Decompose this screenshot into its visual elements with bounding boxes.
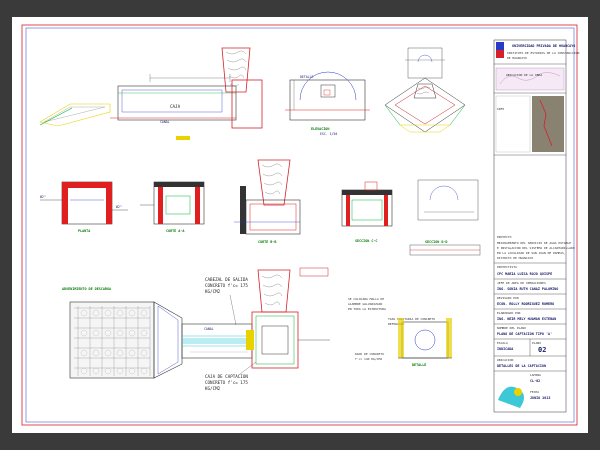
- tb-date-label: FECHA: [530, 390, 539, 394]
- tb-sheet-label: LAMINA: [530, 373, 541, 377]
- tb-designer: CPC MARIA LUISA ROJO QUISPE: [497, 272, 552, 276]
- tb-drawn: ING. NEIR MELY HUAMAN ESTEBAN: [497, 317, 556, 321]
- dado-note-1: DADO DE CONCRETO: [355, 352, 384, 356]
- general-note-1: SE COLOCARA MALLA DE: [348, 297, 384, 301]
- tb-ubic: DETALLES DE LA CAPTACION: [497, 364, 546, 368]
- section-a-title: PLANTA: [78, 229, 90, 233]
- cabezal-note-3: KG/CM2: [205, 289, 221, 294]
- cabezal-note-2: CONCRETO f'c= 175: [205, 283, 248, 288]
- tb-university: UNIVERSIDAD PRIVADA DE HUANCAYO: [512, 44, 575, 48]
- tb-chief: ING. SONIA RUTH CANAZ PALOMINO: [497, 287, 558, 291]
- tb-project-label: PROYECTO: [497, 235, 512, 239]
- tb-project-1: MEJORAMIENTO DEL SERVICIO DE AGUA POTABL…: [497, 241, 571, 245]
- tb-reviewer: ECON. ROLLY RODRIGUEZ ROMERO: [497, 302, 554, 306]
- elevation-scale: ESC. 1/50: [320, 132, 337, 136]
- section-d-title: SECCION C-C: [355, 239, 377, 243]
- tb-plano: 02: [538, 346, 546, 354]
- svg-text:INFO: INFO: [497, 107, 504, 111]
- general-note-2: ALAMBRE GALVANIZADO: [348, 302, 383, 306]
- section-b-title: CORTE A-A: [166, 229, 184, 233]
- elevation-title: ELEVACION: [311, 127, 329, 131]
- tb-institute: INSTITUTO DE ESTUDIOS DE LA CONSTRUCCION: [507, 51, 579, 55]
- general-note-3: EN TODA LA ESTRUCTURA: [348, 307, 386, 311]
- tb-drawing: PLANO DE CAPTACION TIPO 'A': [497, 332, 552, 336]
- tb-scale: INDICADA: [497, 347, 513, 351]
- drawing-sheet: CAJA CANAL ELEVACION ESC. 1/50 DETALLE Ø…: [12, 17, 588, 433]
- tb-date: JUNIO 2013: [530, 396, 550, 400]
- svg-text:Ø2": Ø2": [40, 194, 46, 199]
- section-c-title: CORTE B-B: [258, 240, 276, 244]
- canal-label: CANAL: [204, 327, 214, 331]
- tb-drawing-label: NOMBRE DEL PLANO: [497, 326, 526, 330]
- section-e-title: SECCION D-D: [425, 240, 447, 244]
- tb-project-4: DISTRITO DE HUANCAYO: [497, 256, 533, 260]
- caja-note-1: CAJA DE CAPTACION: [205, 374, 248, 379]
- tb-reviewer-label: REVISADO POR: [497, 296, 519, 300]
- caja-note-3: KG/CM2: [205, 386, 221, 391]
- cabezal-note-1: CABEZAL DE SALIDA: [205, 277, 248, 282]
- svg-text:DETALLE: DETALLE: [300, 75, 314, 79]
- tb-ubic-label: UBICACION: [497, 358, 513, 362]
- tb-designer-label: PROYECTISTA: [497, 265, 517, 269]
- tb-province: DE HUANCAYO: [507, 56, 527, 60]
- tb-chief-label: JEFE DE AREA DE OPERACIONES: [497, 281, 546, 285]
- tb-location-note: UBICACION DE LA OBRA: [506, 73, 542, 77]
- tb-scale-label: ESCALA: [497, 341, 508, 345]
- tb-project-2: E INSTALACION DEL SISTEMA DE ALCANTARILL…: [497, 246, 575, 250]
- tapa-note-1: TAPA SANITARIA DE CONCRETO: [388, 317, 435, 321]
- dado-note-2: f'c= 140 KG/CM2: [355, 357, 382, 361]
- svg-text:Ø2": Ø2": [116, 204, 122, 209]
- caja-note-2: CONCRETO f'c= 175: [205, 380, 248, 385]
- tb-plano-label: PLANO: [532, 341, 541, 345]
- tb-drawn-label: ELABORADO POR: [497, 311, 521, 315]
- plan-title: ADVENIMIENTO DE DESCARGA: [62, 287, 111, 291]
- tb-sheet: CL-02: [530, 379, 540, 383]
- manhole-title: DETALLE: [412, 363, 426, 367]
- svg-text:CAJA: CAJA: [170, 104, 181, 109]
- tb-project-3: EN LA LOCALIDAD DE SAN JUAN DE PAMPAS,: [497, 251, 566, 255]
- svg-text:CANAL: CANAL: [160, 120, 170, 124]
